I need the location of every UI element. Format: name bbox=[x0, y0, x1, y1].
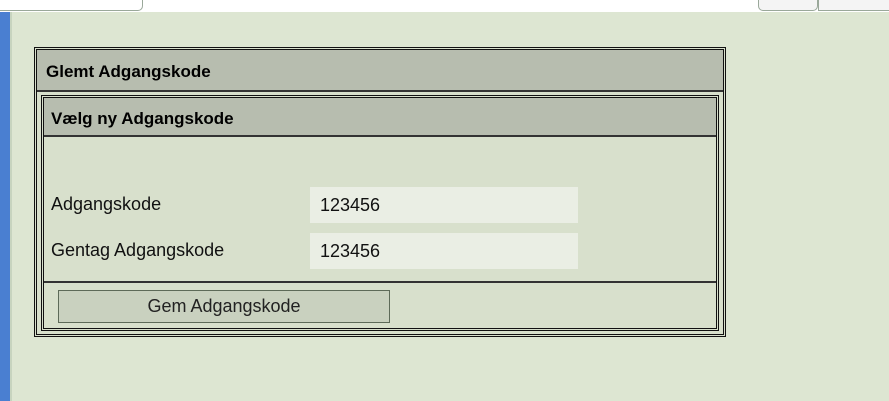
password-row: Adgangskode bbox=[51, 187, 711, 223]
window-left-edge bbox=[0, 12, 10, 401]
panel-title: Glemt Adgangskode bbox=[37, 50, 723, 92]
password-input[interactable] bbox=[310, 187, 578, 223]
browser-tab-right[interactable] bbox=[758, 0, 818, 11]
save-password-button[interactable]: Gem Adgangskode bbox=[58, 290, 390, 323]
repeat-password-row: Gentag Adgangskode bbox=[51, 233, 711, 269]
subpanel-title: Vælg ny Adgangskode bbox=[44, 98, 716, 137]
password-label: Adgangskode bbox=[51, 194, 162, 214]
forgot-password-panel: Glemt Adgangskode Vælg ny Adgangskode Ad… bbox=[34, 47, 726, 337]
browser-chrome-strip bbox=[0, 0, 889, 12]
repeat-password-label: Gentag Adgangskode bbox=[51, 240, 225, 260]
window-left-edge-highlight bbox=[10, 12, 12, 401]
choose-new-password-panel: Vælg ny Adgangskode Adgangskode Gentag A… bbox=[41, 95, 719, 331]
browser-tab-left[interactable] bbox=[0, 0, 143, 11]
browser-tab-far-right[interactable] bbox=[818, 0, 889, 11]
form-divider bbox=[44, 281, 716, 283]
repeat-password-input[interactable] bbox=[310, 233, 578, 269]
